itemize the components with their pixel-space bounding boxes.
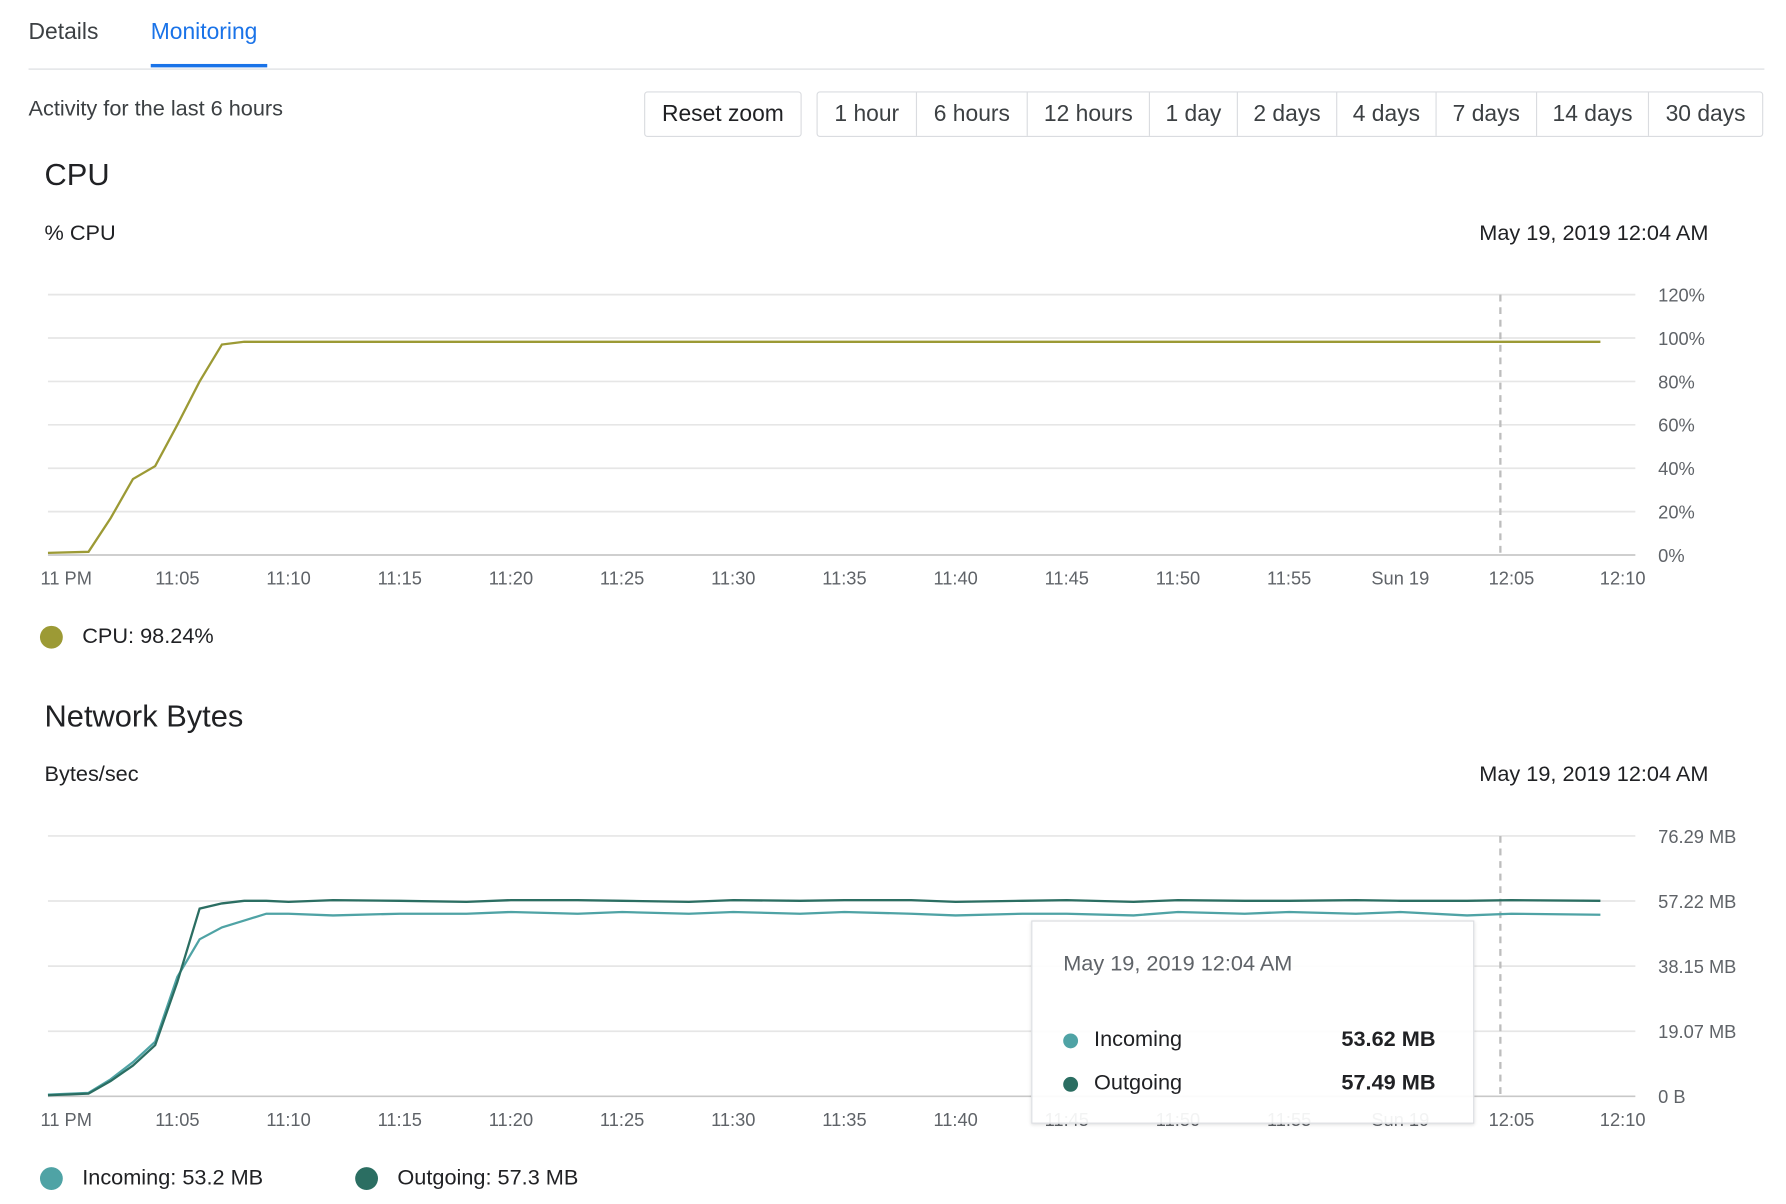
cpu-x-tick-label: 11:05 — [155, 568, 199, 589]
cpu-chart-title: CPU — [44, 157, 110, 192]
reset-zoom-button[interactable]: Reset zoom — [644, 91, 802, 138]
tooltip-incoming-row: Incoming 53.62 MB — [1063, 1024, 1435, 1056]
cpu-x-tick-label: 11:10 — [266, 568, 310, 589]
range-7-days-button[interactable]: 7 days — [1437, 92, 1538, 136]
activity-range-text: Activity for the last 6 hours — [28, 97, 284, 122]
cpu-legend: CPU: 98.24% — [39, 624, 214, 650]
network-chart[interactable]: 0 B 19.07 MB 38.15 MB 57.22 MB 76.29 MB 11 PM… — [0, 815, 1786, 1146]
cpu-x-tick-label: 11:15 — [378, 568, 422, 589]
network-legend-outgoing: Outgoing: 57.3 MB — [355, 1166, 578, 1191]
cpu-unit-label: % CPU — [44, 221, 116, 246]
cpu-x-tick-label: 11:40 — [933, 568, 977, 589]
cpu-y-tick-label: 60% — [1658, 415, 1695, 436]
tooltip-outgoing-value: 57.49 MB — [1341, 1071, 1436, 1096]
network-tooltip: May 19, 2019 12:04 AM Incoming 53.62 MB … — [1031, 920, 1475, 1124]
cpu-x-tick-label: 11 PM — [41, 568, 92, 589]
range-30-days-button[interactable]: 30 days — [1649, 93, 1762, 136]
cpu-y-tick-label: 40% — [1658, 458, 1695, 479]
incoming-legend-dot — [39, 1167, 63, 1190]
cpu-x-tick-label: 12:10 — [1600, 568, 1646, 589]
tooltip-incoming-label: Incoming — [1094, 1027, 1183, 1052]
outgoing-legend-label: Outgoing: 57.3 MB — [397, 1165, 579, 1190]
network-timestamp: May 19, 2019 12:04 AM — [1479, 762, 1709, 787]
cpu-y-tick-label: 120% — [1658, 284, 1705, 305]
cpu-y-tick-label: 80% — [1658, 371, 1695, 392]
network-y-tick-label: 76.29 MB — [1658, 826, 1736, 847]
cpu-y-tick-label: 100% — [1658, 328, 1705, 349]
tab-details[interactable]: Details — [29, 19, 99, 45]
cpu-x-tick-label: 11:45 — [1045, 568, 1089, 589]
network-x-tick-label: 11:15 — [378, 1109, 422, 1130]
tab-monitoring[interactable]: Monitoring — [151, 19, 258, 45]
network-y-tick-label: 57.22 MB — [1658, 891, 1736, 912]
network-x-tick-label: 11:40 — [933, 1109, 977, 1130]
network-unit-label: Bytes/sec — [44, 762, 139, 787]
range-14-days-button[interactable]: 14 days — [1537, 92, 1650, 136]
tooltip-date: May 19, 2019 12:04 AM — [1063, 952, 1293, 977]
tooltip-incoming-value: 53.62 MB — [1341, 1027, 1436, 1052]
cpu-x-tick-label: 11:20 — [489, 568, 533, 589]
network-x-tick-label: 11:35 — [822, 1109, 866, 1130]
incoming-legend-label: Incoming: 53.2 MB — [82, 1165, 264, 1190]
network-x-tick-label: 11:30 — [711, 1109, 755, 1130]
cpu-legend-label: CPU: 98.24% — [82, 624, 214, 649]
cpu-x-tick-label: 11:50 — [1156, 568, 1200, 589]
cpu-x-tick-label: 11:55 — [1267, 568, 1311, 589]
cpu-x-tick-label: 12:05 — [1489, 568, 1535, 589]
cpu-x-tick-label: 11:30 — [711, 568, 755, 589]
range-4-days-button[interactable]: 4 days — [1337, 92, 1437, 136]
time-range-selector: 1 hour 6 hours 12 hours 1 day 2 days 4 d… — [816, 91, 1764, 138]
tooltip-outgoing-label: Outgoing — [1094, 1071, 1183, 1096]
cpu-x-tick-label: Sun 19 — [1371, 568, 1429, 589]
network-y-tick-label: 0 B — [1658, 1086, 1685, 1107]
network-x-tick-label: 12:05 — [1489, 1109, 1535, 1130]
network-chart-title: Network Bytes — [44, 698, 244, 734]
cpu-x-tick-label: 11:25 — [600, 568, 644, 589]
network-x-tick-label: 12:10 — [1600, 1109, 1646, 1130]
network-y-tick-label: 38.15 MB — [1658, 956, 1736, 977]
cpu-y-tick-label: 0% — [1658, 545, 1684, 566]
active-tab-indicator — [150, 63, 268, 68]
network-x-tick-label: 11:25 — [600, 1109, 644, 1130]
range-1-hour-button[interactable]: 1 hour — [818, 92, 918, 136]
network-legend-incoming: Incoming: 53.2 MB — [39, 1165, 264, 1191]
cpu-y-tick-label: 20% — [1658, 501, 1695, 522]
cpu-series-cpu — [47, 340, 1601, 554]
outgoing-legend-dot — [355, 1167, 379, 1190]
cpu-legend-dot — [39, 625, 63, 649]
range-6-hours-button[interactable]: 6 hours — [917, 92, 1028, 136]
network-x-tick-label: 11:05 — [155, 1109, 199, 1130]
network-x-tick-label: 11:20 — [489, 1109, 533, 1130]
network-x-tick-label: 11:10 — [266, 1109, 310, 1130]
range-1-day-button[interactable]: 1 day — [1150, 92, 1238, 136]
tooltip-incoming-dot — [1063, 1032, 1079, 1048]
cpu-timestamp: May 19, 2019 12:04 AM — [1479, 221, 1709, 246]
cpu-chart[interactable]: 0% 20% 40% 60% 80% 100% 120% 11 PM 11:05 11:10 11:… — [0, 274, 1786, 605]
range-12-hours-button[interactable]: 12 hours — [1028, 92, 1150, 136]
tab-bar: Details Monitoring — [28, 0, 1765, 70]
range-2-days-button[interactable]: 2 days — [1238, 92, 1338, 136]
tooltip-outgoing-row: Outgoing 57.49 MB — [1063, 1068, 1435, 1100]
tooltip-outgoing-dot — [1063, 1076, 1079, 1092]
network-x-tick-label: 11 PM — [41, 1109, 92, 1130]
monitoring-page: Details Monitoring Activity for the last… — [0, 0, 1786, 1204]
cpu-x-tick-label: 11:35 — [822, 568, 866, 589]
network-y-tick-label: 19.07 MB — [1658, 1021, 1736, 1042]
